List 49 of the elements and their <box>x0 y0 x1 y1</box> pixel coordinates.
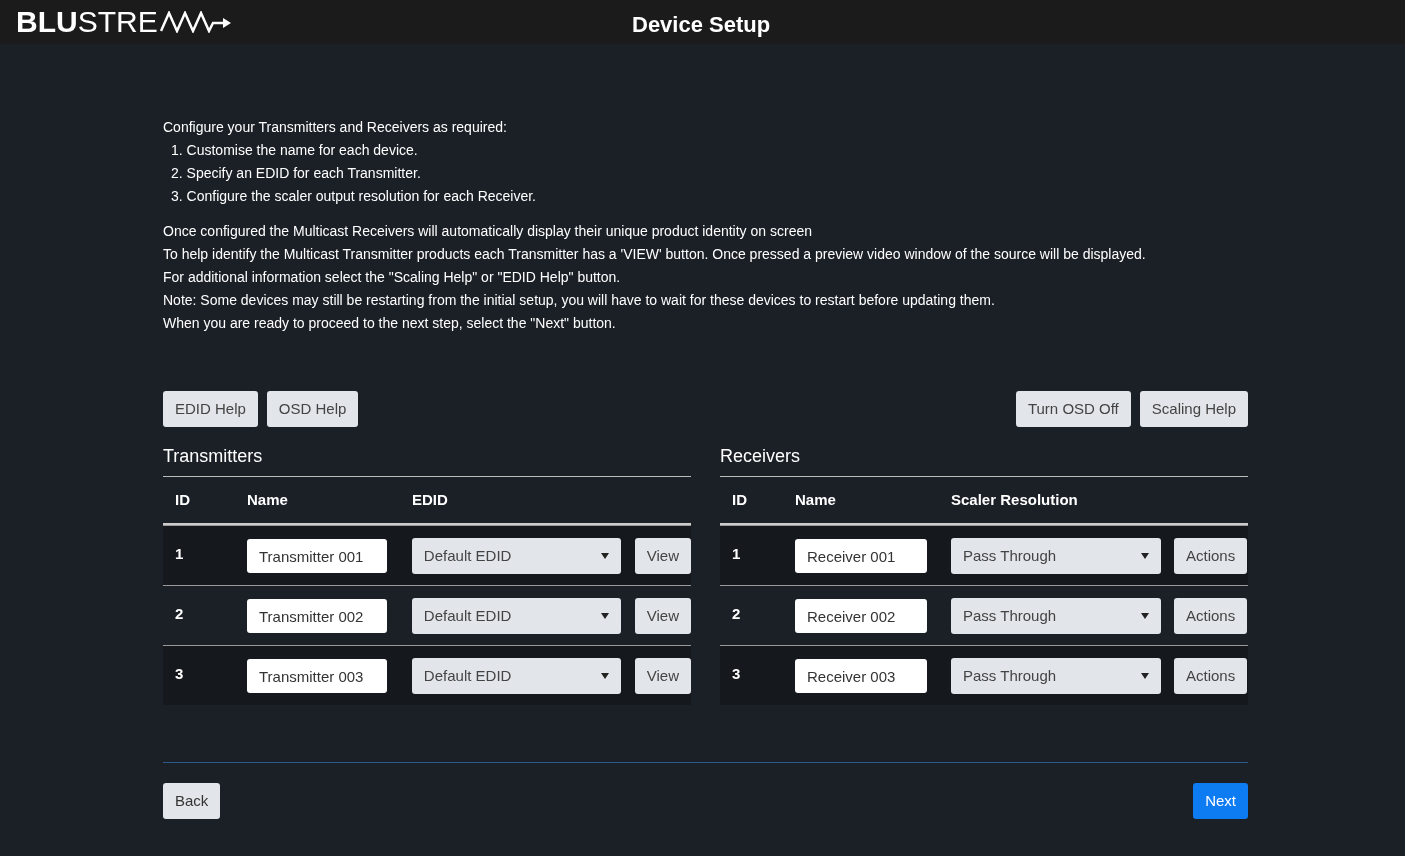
section-title: Transmitters <box>163 443 691 477</box>
view-button[interactable]: View <box>634 538 691 574</box>
intro-paragraph: To help identify the Multicast Transmitter products each Transmitter has a 'VIEW' button. Once pressed a preview video window of the source will be displayed. <box>163 245 1147 264</box>
name-field[interactable]: Transmitter 001 <box>246 539 387 573</box>
actions-button[interactable]: Actions <box>1174 598 1248 634</box>
column-header: Scaler Resolution <box>951 490 1078 508</box>
name-field[interactable]: Transmitter 002 <box>246 599 387 633</box>
dropdown[interactable]: Pass Through <box>951 598 1161 634</box>
column-header: EDID <box>412 490 448 508</box>
dropdown[interactable]: Pass Through <box>951 658 1161 694</box>
dropdown[interactable]: Default EDID <box>411 538 621 574</box>
view-button[interactable]: View <box>634 598 691 634</box>
dropdown[interactable]: Default EDID <box>411 598 621 634</box>
help-button[interactable]: OSD Help <box>266 391 359 427</box>
row-id: 3 <box>175 665 184 682</box>
dropdown[interactable]: Pass Through <box>951 538 1161 574</box>
step-text: 2. Specify an EDID for each Transmitter. <box>170 164 422 183</box>
back-button[interactable]: Back <box>163 783 221 819</box>
name-field[interactable]: Transmitter 003 <box>246 659 387 693</box>
page-title: Device Setup <box>632 14 771 36</box>
help-button[interactable]: Turn OSD Off <box>1015 391 1131 427</box>
help-button[interactable]: EDID Help <box>163 391 258 427</box>
name-field[interactable]: Receiver 003 <box>795 659 927 693</box>
row-id: 1 <box>732 545 741 562</box>
column-header: Name <box>795 490 836 508</box>
name-field[interactable]: Receiver 001 <box>795 539 927 573</box>
view-button[interactable]: View <box>634 658 691 694</box>
dropdown[interactable]: Default EDID <box>411 658 621 694</box>
row-id: 2 <box>732 605 741 622</box>
row-id: 1 <box>175 545 184 562</box>
name-field[interactable]: Receiver 002 <box>795 599 927 633</box>
actions-button[interactable]: Actions <box>1174 538 1248 574</box>
step-text: 3. Configure the scaler output resolution for each Receiver. <box>170 187 537 206</box>
actions-button[interactable]: Actions <box>1174 658 1248 694</box>
section-title: Receivers <box>720 443 1248 477</box>
logo-text: BLUSTRE <box>16 7 158 37</box>
intro-paragraph: When you are ready to proceed to the next step, select the "Next" button. <box>163 314 617 333</box>
column-header: ID <box>175 490 190 508</box>
row-id: 2 <box>175 605 184 622</box>
column-header: Name <box>247 490 288 508</box>
intro-paragraph: Note: Some devices may still be restarting from the initial setup, you will have to wait for these devices to restart before updating them. <box>163 291 996 310</box>
intro-paragraph: Once configured the Multicast Receivers will automatically display their unique product identity on screen <box>163 222 813 241</box>
step-text: 1. Customise the name for each device. <box>170 141 419 160</box>
intro-paragraph: For additional information select the "Scaling Help" or "EDID Help" button. <box>163 268 622 287</box>
row-id: 3 <box>732 665 741 682</box>
column-header: ID <box>732 490 747 508</box>
intro-heading: Configure your Transmitters and Receivers as required: <box>163 118 508 137</box>
next-button[interactable]: Next <box>1193 783 1248 819</box>
help-button[interactable]: Scaling Help <box>1139 391 1248 427</box>
